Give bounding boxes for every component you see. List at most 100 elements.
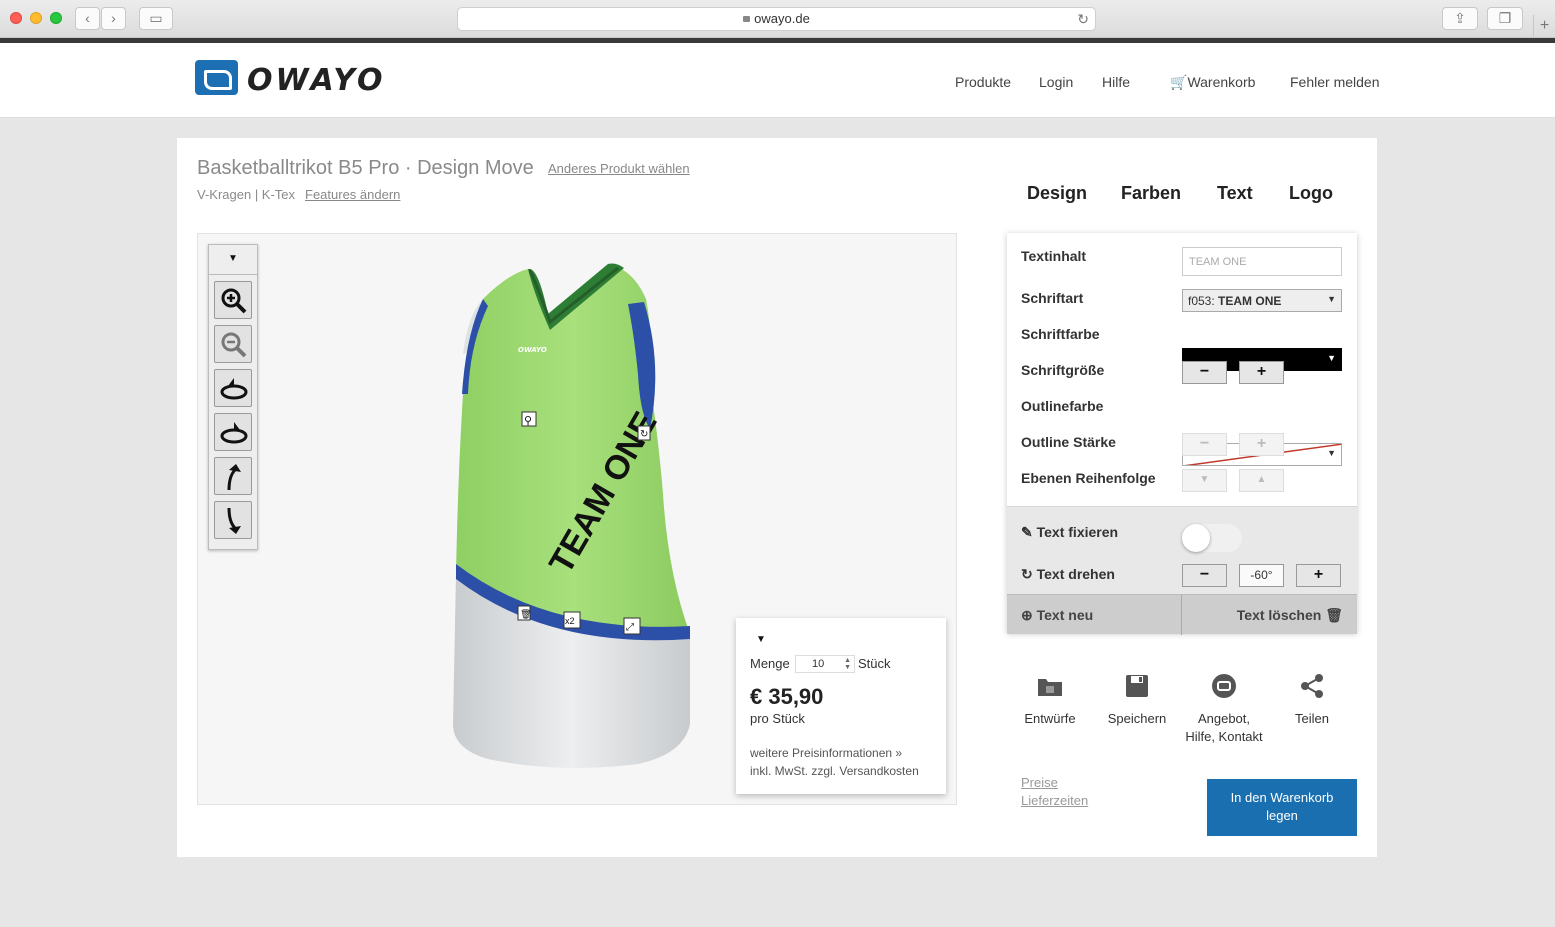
lock-icon [743, 16, 751, 22]
tilt-down-icon[interactable] [214, 501, 252, 539]
text-edit-panel: Textinhalt TEAM ONE Schriftart f053: TEA… [1007, 233, 1357, 635]
text-actions-bar: ⊕ Text neu Text löschen 🗑 [1007, 594, 1357, 635]
nav-warenkorb[interactable]: 🛒Warenkorb [1170, 74, 1255, 91]
save-icon [1126, 675, 1148, 697]
rotate-increase-button[interactable]: + [1296, 564, 1341, 587]
quantity-unit: Stück [858, 656, 891, 671]
offer-help-contact-button[interactable]: Angebot, Hilfe, Kontakt [1174, 673, 1274, 746]
rotation-value[interactable]: -60° [1239, 564, 1284, 587]
share-icon [1301, 674, 1323, 698]
share-label: Teilen [1295, 711, 1329, 726]
tab-farben[interactable]: Farben [1121, 183, 1181, 204]
divider [1181, 595, 1182, 635]
address-bar[interactable]: owayo.de ↻ [457, 7, 1096, 31]
font-size-increase-button[interactable]: + [1239, 361, 1284, 384]
forward-button[interactable]: › [101, 7, 126, 30]
tilt-up-icon[interactable] [214, 457, 252, 495]
configurator-card: Basketballtrikot B5 Pro · Design Move An… [177, 138, 1377, 857]
offer-label-line2: Hilfe, Kontakt [1185, 729, 1263, 744]
plus-circle-icon: ⊕ [1021, 607, 1033, 623]
unit-price: € 35,90 [750, 684, 824, 709]
owayo-logo-icon[interactable] [195, 60, 238, 95]
nav-produkte[interactable]: Produkte [955, 74, 1011, 90]
price-info: weitere Preisinformationen » inkl. MwSt.… [750, 744, 919, 780]
tabs-overview-button[interactable]: ❐ [1487, 7, 1523, 30]
minimize-window-button[interactable] [30, 12, 42, 24]
label-schriftart: Schriftart [1021, 290, 1084, 306]
rotate-text-label: ↻ Text drehen [1021, 566, 1115, 582]
owayo-wordmark[interactable]: OWAYO [247, 63, 385, 98]
label-outlinefarbe: Outlinefarbe [1021, 398, 1104, 414]
rotate-right-icon[interactable] [214, 369, 252, 407]
share-button[interactable]: Teilen [1262, 673, 1362, 728]
label-ebenen-reihenfolge: Ebenen Reihenfolge [1021, 470, 1156, 486]
layer-down-button[interactable]: ▼ [1182, 469, 1227, 492]
save-button[interactable]: Speichern [1087, 673, 1187, 728]
chevron-down-icon: ▼ [1327, 294, 1336, 304]
change-product-link[interactable]: Anderes Produkt wählen [548, 161, 690, 176]
prices-link[interactable]: Preise [1021, 775, 1058, 790]
zoom-out-icon[interactable] [214, 325, 252, 363]
jersey-brand: OWAYO [518, 346, 547, 354]
jersey-render[interactable]: OWAYO TEAM ONE ⚲ ↻ 🗑 x2 ⤢ [438, 254, 738, 774]
rotate-decrease-button[interactable]: − [1182, 564, 1227, 587]
new-text-button[interactable]: ⊕ Text neu [1021, 607, 1093, 624]
back-button[interactable]: ‹ [75, 7, 100, 30]
maximize-window-button[interactable] [50, 12, 62, 24]
font-select[interactable]: f053: TEAM ONE ▼ [1182, 289, 1342, 312]
add-to-cart-label-2: legen [1266, 808, 1298, 823]
chevron-down-icon: ▼ [1327, 448, 1336, 458]
product-title: Basketballtrikot B5 Pro · Design Move [197, 157, 534, 179]
per-piece-label: pro Stück [750, 711, 805, 726]
rotate-left-icon[interactable] [214, 413, 252, 451]
nav-fehler-melden[interactable]: Fehler melden [1290, 74, 1380, 90]
add-to-cart-button[interactable]: In den Warenkorb legen [1207, 779, 1357, 836]
toggle-knob [1182, 524, 1210, 552]
delete-text-button[interactable]: Text löschen 🗑 [1237, 607, 1343, 624]
tax-shipping-note: inkl. MwSt. zzgl. Versandkosten [750, 764, 919, 778]
label-schriftgroesse: Schriftgröße [1021, 362, 1105, 378]
tab-logo[interactable]: Logo [1289, 183, 1333, 204]
rotate-glyph: ↻ [640, 429, 648, 440]
more-price-info-link[interactable]: weitere Preisinformationen » [750, 744, 919, 762]
outline-width-increase-button[interactable]: + [1239, 433, 1284, 456]
outline-width-decrease-button[interactable]: − [1182, 433, 1227, 456]
label-schriftfarbe: Schriftfarbe [1021, 326, 1100, 342]
tab-text[interactable]: Text [1217, 183, 1253, 204]
font-size-decrease-button[interactable]: − [1182, 361, 1227, 384]
quantity-value: 10 [812, 658, 825, 670]
nav-login[interactable]: Login [1039, 74, 1073, 90]
pin-icon: ✎ [1021, 524, 1033, 540]
resize-glyph: ⤢ [626, 622, 634, 633]
drafts-button[interactable]: Entwürfe [1000, 673, 1100, 728]
layer-up-button[interactable]: ▲ [1239, 469, 1284, 492]
fix-text-toggle[interactable] [1182, 524, 1242, 552]
share-browser-button[interactable]: ⇪ [1442, 7, 1478, 30]
quantity-stepper[interactable]: 10 ▲ ▼ [795, 655, 855, 673]
text-content-input[interactable]: TEAM ONE [1182, 247, 1342, 276]
chevron-down-icon: ▼ [1327, 353, 1336, 363]
offer-label-line1: Angebot, [1197, 711, 1251, 726]
change-features-link[interactable]: Features ändern [305, 187, 400, 202]
zoom-in-icon[interactable] [214, 281, 252, 319]
toolbar-collapse-icon[interactable]: ▼ [209, 245, 257, 275]
tab-design[interactable]: Design [1027, 183, 1087, 204]
delivery-times-link[interactable]: Lieferzeiten [1021, 793, 1088, 808]
nav-hilfe[interactable]: Hilfe [1102, 74, 1130, 90]
reload-icon[interactable]: ↻ [1077, 8, 1089, 30]
close-window-button[interactable] [10, 12, 22, 24]
cart-icon: 🛒 [1170, 74, 1188, 90]
sidebar-toggle-button[interactable]: ▭ [139, 7, 173, 30]
new-tab-button[interactable]: + [1533, 15, 1555, 38]
add-to-cart-label-1: In den Warenkorb [1230, 790, 1334, 805]
product-viewer[interactable]: ▼ OWAYO TEAM ONE ⚲ ↻ 🗑 x2 ⤢ ▼ Menge 10 ▲… [197, 233, 957, 805]
fix-text-label: ✎ Text fixieren [1021, 524, 1119, 540]
url-text: owayo.de [754, 11, 810, 26]
text-transform-section: ✎ Text fixieren ↻ Text drehen − -60° + ⊕… [1007, 506, 1357, 635]
price-collapse-icon[interactable]: ▼ [756, 634, 766, 645]
price-box: ▼ Menge 10 ▲ ▼ Stück € 35,90 pro Stück we… [736, 618, 946, 794]
label-textinhalt: Textinhalt [1021, 248, 1087, 264]
duplicate-handle-label: x2 [565, 616, 575, 626]
stepper-arrows-icon[interactable]: ▲ ▼ [844, 657, 851, 671]
rotate-icon: ↻ [1021, 566, 1033, 582]
